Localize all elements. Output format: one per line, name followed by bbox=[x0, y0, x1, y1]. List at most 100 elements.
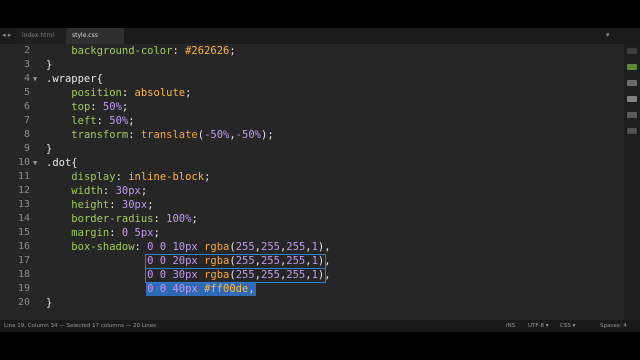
tool-icon[interactable] bbox=[627, 112, 637, 118]
line-number: 10 bbox=[17, 157, 30, 168]
code-token: ), bbox=[317, 269, 331, 281]
code-token: left bbox=[71, 115, 97, 127]
code-token: #ff00de bbox=[204, 283, 249, 295]
code-token: ), bbox=[317, 255, 331, 267]
code-token: rgba bbox=[204, 255, 230, 267]
line-number: 19 bbox=[17, 283, 30, 294]
code-token: } bbox=[46, 297, 53, 309]
code-line[interactable]: 0 0 30px rgba(255,255,255,1), bbox=[46, 268, 331, 282]
code-token: : bbox=[153, 213, 167, 225]
code-token: 255 bbox=[235, 255, 255, 267]
code-token: 0 0 20px bbox=[147, 255, 205, 267]
code-token: 30px bbox=[115, 185, 141, 197]
code-token: background-color bbox=[71, 45, 173, 57]
code-line[interactable]: 0 0 20px rgba(255,255,255,1), bbox=[46, 254, 331, 268]
code-token: : bbox=[115, 171, 129, 183]
editor-window: ◂ ▸ index.html style.css ▾ 2 3 4 ▼ 5 6 7 8 9 10 ▼ 1… bbox=[0, 28, 640, 332]
fold-arrow-icon[interactable]: ▼ bbox=[33, 72, 37, 86]
code-line[interactable]: width: 30px; bbox=[46, 184, 147, 198]
line-number: 16 bbox=[17, 241, 30, 252]
tool-icon[interactable] bbox=[627, 128, 637, 134]
chevron-down-icon: ▾ bbox=[545, 323, 549, 329]
line-number: 2 bbox=[23, 45, 30, 56]
code-line[interactable]: margin: 0 5px; bbox=[46, 226, 160, 240]
code-line[interactable]: transform: translate(-50%,-50%); bbox=[46, 128, 274, 142]
line-number: 5 bbox=[23, 87, 30, 98]
code-line[interactable]: display: inline-block; bbox=[46, 170, 210, 184]
plugin-icon[interactable] bbox=[627, 64, 637, 70]
code-line[interactable]: box-shadow: 0 0 10px rgba(255,255,255,1)… bbox=[46, 240, 330, 254]
code-token: 255 bbox=[286, 255, 306, 267]
line-number: 9 bbox=[23, 143, 30, 154]
code-token: ; bbox=[140, 185, 148, 197]
code-token: : bbox=[134, 241, 148, 253]
code-line[interactable]: .dot{ bbox=[46, 156, 78, 170]
code-token: 255 bbox=[286, 269, 306, 281]
code-token: : bbox=[128, 129, 141, 141]
line-number: 11 bbox=[17, 171, 30, 182]
code-line[interactable]: } bbox=[46, 296, 52, 310]
checker-icon[interactable] bbox=[627, 96, 637, 102]
code-token: , bbox=[248, 283, 255, 295]
code-line[interactable]: height: 30px; bbox=[46, 198, 153, 212]
code-token: border-radius bbox=[71, 213, 154, 225]
insert-mode-indicator[interactable]: INS bbox=[506, 320, 515, 332]
code-token: absolute bbox=[134, 87, 186, 99]
tab-style-css[interactable]: style.css bbox=[66, 28, 124, 44]
code-token: 255 bbox=[260, 255, 280, 267]
encoding-selector[interactable]: UTF-8 ▾ bbox=[528, 320, 549, 332]
code-token: box-shadow bbox=[71, 241, 135, 253]
line-number: 14 bbox=[17, 213, 30, 224]
plugin-icon[interactable] bbox=[627, 80, 637, 86]
scroll-indicator[interactable] bbox=[627, 48, 637, 54]
code-token: height bbox=[71, 199, 110, 211]
tab-list-chevron-down-icon[interactable]: ▾ bbox=[606, 31, 610, 39]
code-token: ); bbox=[261, 129, 274, 141]
tab-label: style.css bbox=[72, 32, 98, 39]
fold-arrow-icon[interactable]: ▼ bbox=[33, 156, 37, 170]
code-line[interactable]: } bbox=[46, 58, 52, 72]
code-token: { bbox=[71, 157, 78, 169]
tab-index-html[interactable]: index.html bbox=[16, 28, 66, 44]
code-token: .wrapper bbox=[46, 73, 97, 85]
code-token: : bbox=[109, 227, 122, 239]
line-number: 15 bbox=[17, 227, 30, 238]
code-token: 50% bbox=[102, 101, 122, 113]
tab-label: index.html bbox=[22, 32, 54, 39]
line-number: 6 bbox=[23, 101, 30, 112]
tab-scroll-arrows[interactable]: ◂ ▸ bbox=[2, 31, 11, 39]
code-line[interactable]: position: absolute; bbox=[46, 86, 191, 100]
code-token: position bbox=[71, 87, 122, 99]
line-number: 8 bbox=[23, 129, 30, 140]
code-editor[interactable]: 2 3 4 ▼ 5 6 7 8 9 10 ▼ 11 12 13 14 15 16 17 18 19 20 backgro… bbox=[0, 44, 624, 320]
code-line[interactable]: 0 0 40px #ff00de, bbox=[46, 282, 255, 296]
code-line[interactable]: .wrapper{ bbox=[46, 72, 103, 86]
code-line[interactable]: } bbox=[46, 142, 52, 156]
code-line[interactable]: border-radius: 100%; bbox=[46, 212, 197, 226]
code-token: transform bbox=[71, 129, 129, 141]
code-token: 255 bbox=[286, 241, 306, 253]
code-token: 255 bbox=[235, 269, 255, 281]
code-line[interactable]: background-color: #262626; bbox=[46, 44, 235, 58]
code-token: rgba bbox=[204, 241, 230, 253]
syntax-label: CSS bbox=[560, 323, 571, 329]
indentation-selector[interactable]: Spaces: 4 bbox=[600, 320, 627, 332]
syntax-selector[interactable]: CSS ▾ bbox=[560, 320, 575, 332]
line-number: 13 bbox=[17, 199, 30, 210]
code-line[interactable]: left: 50%; bbox=[46, 114, 134, 128]
line-number: 12 bbox=[17, 185, 30, 196]
code-token: : bbox=[121, 87, 135, 99]
code-token: ; bbox=[153, 227, 160, 239]
code-token: width bbox=[71, 185, 103, 197]
side-rail bbox=[624, 44, 640, 320]
code-line[interactable]: top: 50%; bbox=[46, 100, 128, 114]
